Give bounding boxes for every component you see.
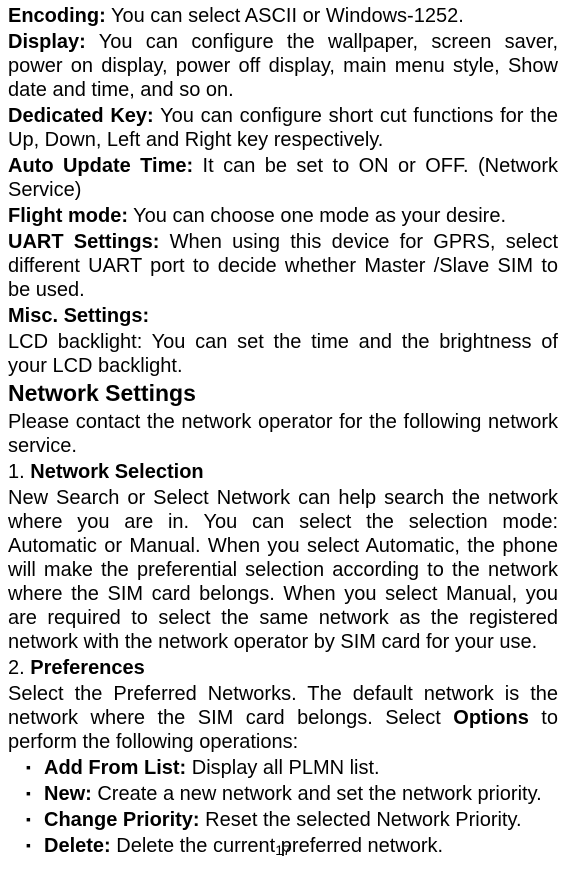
item-text: You can choose one mode as your desire. [128,205,506,227]
bullet-text: Reset the selected Network Priority. [200,809,522,831]
section-1-title: 1. Network Selection [8,460,558,484]
section-title: Network Selection [30,461,203,483]
section-number: 2. [8,657,25,679]
item-flight-mode: Flight mode: You can choose one mode as … [8,204,558,228]
item-label: Misc. Settings: [8,305,149,327]
item-label: Auto Update Time: [8,155,193,177]
bullet-label: New: [44,783,92,805]
section-title: Preferences [30,657,145,679]
item-label: Flight mode: [8,205,128,227]
section-2-body: Select the Preferred Networks. The defau… [8,682,558,754]
item-misc-settings: Misc. Settings: [8,304,558,328]
item-text: You can select ASCII or Windows-1252. [106,5,464,27]
section-body-bold: Options [453,707,529,729]
item-display: Display: You can configure the wallpaper… [8,30,558,102]
bullet-text: Display all PLMN list. [186,757,379,779]
page-number: 17 [0,842,566,859]
list-item: Change Priority: Reset the selected Netw… [26,808,558,832]
bullet-label: Change Priority: [44,809,200,831]
item-label: Display: [8,31,86,53]
item-uart-settings: UART Settings: When using this device fo… [8,230,558,302]
item-text: You can configure the wallpaper, screen … [8,31,558,101]
item-label: Encoding: [8,5,106,27]
heading-network-settings: Network Settings [8,380,558,408]
bullet-label: Add From List: [44,757,186,779]
section-1-body: New Search or Select Network can help se… [8,486,558,654]
network-intro: Please contact the network operator for … [8,410,558,458]
item-auto-update-time: Auto Update Time: It can be set to ON or… [8,154,558,202]
item-encoding: Encoding: You can select ASCII or Window… [8,4,558,28]
item-label: UART Settings: [8,231,159,253]
item-dedicated-key: Dedicated Key: You can configure short c… [8,104,558,152]
section-number: 1. [8,461,25,483]
document-content: Encoding: You can select ASCII or Window… [8,4,558,867]
item-label: Dedicated Key: [8,105,154,127]
list-item: New: Create a new network and set the ne… [26,782,558,806]
list-item: Add From List: Display all PLMN list. [26,756,558,780]
misc-settings-body: LCD backlight: You can set the time and … [8,330,558,378]
section-2-title: 2. Preferences [8,656,558,680]
bullet-text: Create a new network and set the network… [92,783,542,805]
